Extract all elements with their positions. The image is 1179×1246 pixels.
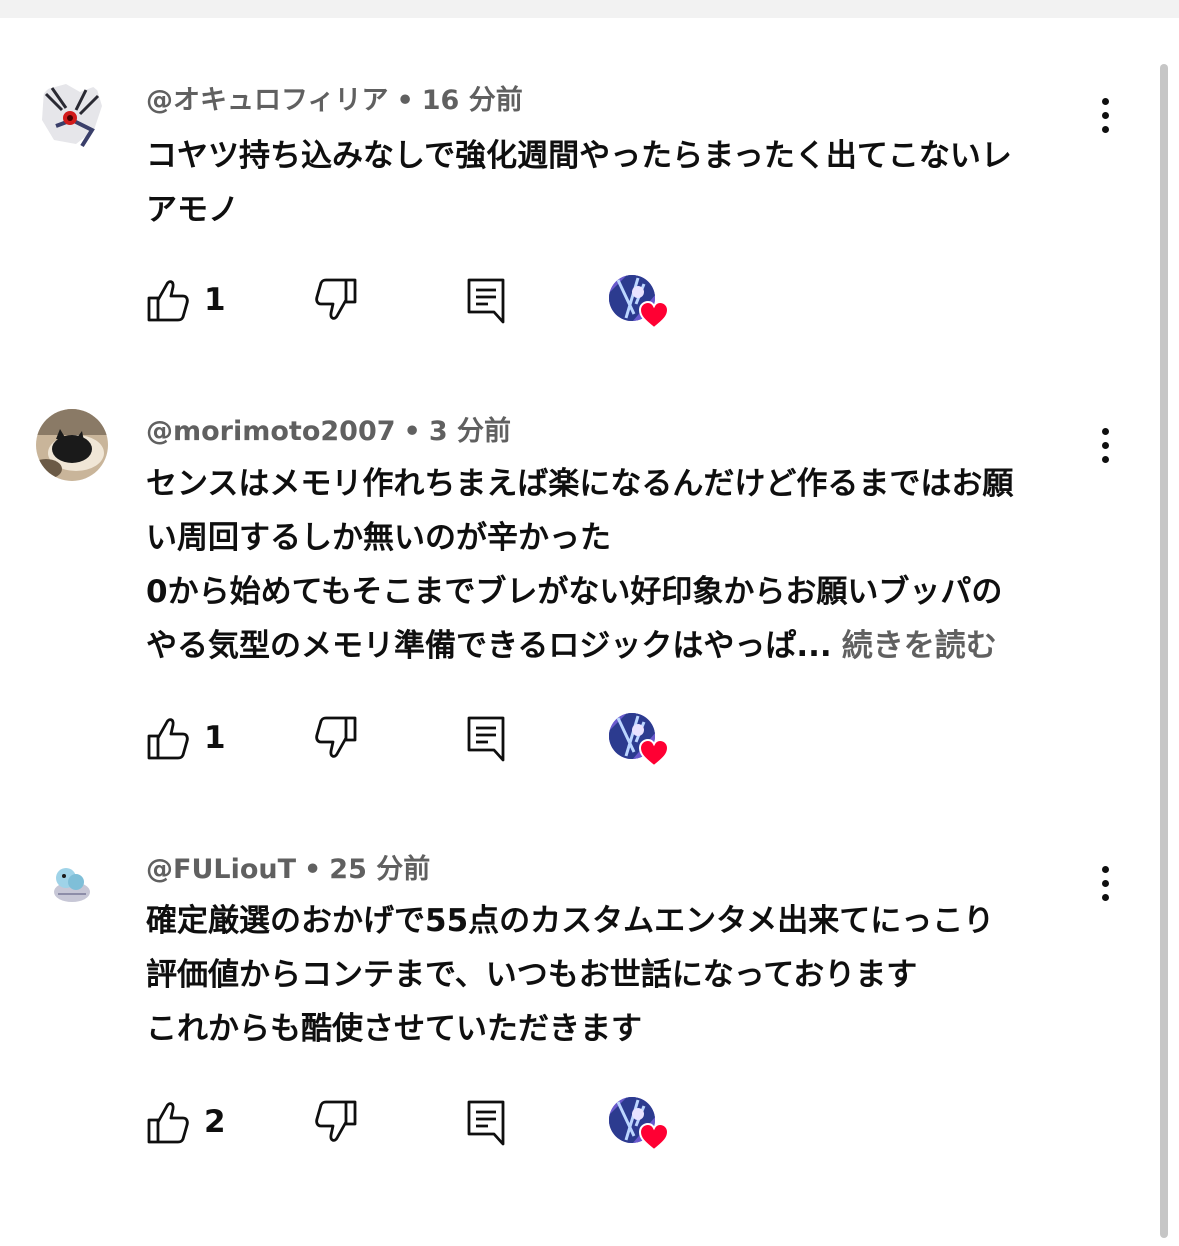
anime-character-avatar-icon — [36, 80, 108, 152]
top-bar — [0, 0, 1179, 18]
avatar[interactable] — [36, 80, 108, 152]
comment-line: 0から始めてもそこまでブレがない好印象からお願いブッパの — [146, 574, 1003, 610]
comment-text: 確定厳選のおかげで55点のカスタムエンタメ出来てにっこり 評価値からコンテまで、… — [146, 894, 1096, 1056]
creator-heart-badge — [608, 712, 670, 770]
dislike-button[interactable] — [314, 1098, 358, 1148]
creator-heart-icon — [609, 713, 670, 768]
author-name[interactable]: @オキュロフィリア — [146, 85, 388, 116]
creator-heart-icon — [609, 275, 670, 330]
like-count: 1 — [204, 282, 226, 318]
comment-time[interactable]: 16 分前 — [422, 85, 523, 116]
comment-line: 確定厳選のおかげで55点のカスタムエンタメ出来てにっこり — [146, 903, 995, 939]
creator-heart-badge — [608, 1096, 670, 1154]
comment-line: やる気型のメモリ準備できるロジックはやっぱ... 続きを読む — [146, 619, 1096, 673]
comment-line: センスはメモリ作れちまえば楽になるんだけど作るまではお願 — [146, 466, 1014, 502]
separator-dot: • — [396, 85, 414, 116]
reply-icon — [467, 278, 505, 324]
like-button[interactable]: 2 — [146, 1098, 226, 1148]
comment-actions: 2 — [146, 1097, 686, 1152]
dislike-icon — [315, 1100, 357, 1142]
like-button[interactable]: 1 — [146, 276, 226, 326]
creator-heart-badge — [608, 274, 670, 332]
comment-line: 評価値からコンテまで、いつもお世話になっております — [146, 957, 918, 993]
comment-text: コヤツ持ち込みなしで強化週間やったらまったく出てこないレ アモノ — [146, 129, 1096, 237]
comment-line: コヤツ持ち込みなしで強化週間やったらまったく出てこないレ — [146, 138, 1012, 174]
more-vert-icon[interactable] — [1092, 864, 1120, 904]
dislike-button[interactable] — [314, 276, 358, 326]
comment-time[interactable]: 25 分前 — [329, 854, 430, 885]
small-creature-avatar-icon — [36, 848, 108, 920]
comment-actions: 1 — [146, 713, 686, 768]
avatar[interactable] — [36, 409, 108, 481]
reply-button[interactable] — [466, 276, 506, 326]
reply-icon — [467, 1100, 505, 1146]
creator-heart-icon — [609, 1097, 670, 1152]
like-count: 2 — [204, 1104, 226, 1140]
dislike-icon — [315, 278, 357, 320]
reply-button[interactable] — [466, 1098, 506, 1148]
comment-line: これからも酷使させていただきます — [146, 1011, 642, 1047]
reply-icon — [467, 716, 505, 762]
read-more-link[interactable]: 続きを読む — [842, 628, 997, 664]
cat-photo-avatar-icon — [36, 409, 108, 481]
more-vert-icon[interactable] — [1092, 426, 1120, 466]
reply-button[interactable] — [466, 714, 506, 764]
comment-text: センスはメモリ作れちまえば楽になるんだけど作るまではお願 い周回するしか無いのが… — [146, 457, 1096, 673]
like-icon — [147, 1102, 189, 1144]
comment-time[interactable]: 3 分前 — [429, 416, 511, 447]
like-icon — [147, 718, 189, 760]
dislike-button[interactable] — [314, 714, 358, 764]
avatar[interactable] — [36, 848, 108, 920]
like-icon — [147, 280, 189, 322]
comment-meta: @オキュロフィリア • 16 分前 — [146, 84, 523, 118]
like-button[interactable]: 1 — [146, 714, 226, 764]
comment-truncated-text: やる気型のメモリ準備できるロジックはやっぱ... — [146, 628, 832, 664]
separator-dot: • — [403, 416, 421, 447]
more-vert-icon[interactable] — [1092, 96, 1120, 136]
separator-dot: • — [304, 854, 322, 885]
author-name[interactable]: @morimoto2007 — [146, 416, 396, 447]
comment-meta: @morimoto2007 • 3 分前 — [146, 415, 511, 449]
comment-meta: @FULiouT • 25 分前 — [146, 853, 430, 887]
comment-actions: 1 — [146, 275, 686, 330]
comment-line: アモノ — [146, 192, 239, 228]
author-name[interactable]: @FULiouT — [146, 854, 296, 885]
comment-line: い周回するしか無いのが辛かった — [146, 520, 611, 556]
like-count: 1 — [204, 720, 226, 756]
scrollbar[interactable] — [1160, 64, 1168, 1238]
dislike-icon — [315, 716, 357, 758]
